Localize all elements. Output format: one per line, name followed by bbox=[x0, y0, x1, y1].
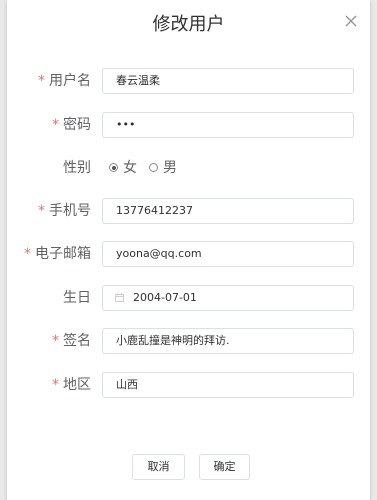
form-row-password: * 密码 ••• bbox=[7, 112, 370, 138]
dialog-title: 修改用户 bbox=[152, 14, 225, 35]
required-star: * bbox=[52, 377, 59, 393]
calendar-icon bbox=[115, 293, 124, 302]
birthday-date-picker[interactable]: 2004-07-01 bbox=[102, 285, 354, 311]
form-row-signature: * 签名 小鹿乱撞是神明的拜访. bbox=[7, 328, 370, 354]
phone-input[interactable]: 13776412237 bbox=[102, 198, 354, 224]
required-star: * bbox=[52, 333, 59, 349]
username-input[interactable]: 春云温柔 bbox=[102, 68, 354, 94]
cancel-button[interactable]: 取消 bbox=[132, 454, 185, 480]
form-row-gender: 性别 女 男 bbox=[7, 155, 370, 181]
required-star: * bbox=[24, 246, 31, 262]
form-row-region: * 地区 山西 bbox=[7, 372, 370, 398]
username-label: * 用户名 bbox=[38, 73, 91, 89]
gender-label: 性别 bbox=[63, 160, 91, 176]
signature-input[interactable]: 小鹿乱撞是神明的拜访. bbox=[102, 328, 354, 354]
dialog-header: 修改用户 bbox=[7, 0, 370, 48]
form-row-phone: * 手机号 13776412237 bbox=[7, 198, 370, 224]
email-input[interactable]: yoona@qq.com bbox=[102, 241, 354, 267]
form-row-username: * 用户名 春云温柔 bbox=[7, 68, 370, 94]
required-star: * bbox=[52, 117, 59, 133]
radio-unchecked-icon bbox=[149, 163, 158, 172]
region-label: * 地区 bbox=[52, 377, 91, 393]
confirm-button[interactable]: 确定 bbox=[199, 454, 250, 480]
close-icon[interactable] bbox=[343, 13, 359, 29]
email-label: * 电子邮箱 bbox=[24, 246, 91, 262]
signature-label: * 签名 bbox=[52, 333, 91, 349]
edit-user-dialog: 修改用户 * 用户名 春云温柔 * 密码 ••• 性别 女 男 * 手机号 13… bbox=[7, 0, 370, 500]
required-star: * bbox=[38, 203, 45, 219]
form-row-email: * 电子邮箱 yoona@qq.com bbox=[7, 241, 370, 267]
password-input[interactable]: ••• bbox=[102, 112, 354, 138]
region-input[interactable]: 山西 bbox=[102, 372, 354, 398]
radio-checked-icon bbox=[109, 163, 118, 172]
required-star: * bbox=[38, 73, 45, 89]
form-row-birthday: 生日 2004-07-01 bbox=[7, 285, 370, 311]
birthday-label: 生日 bbox=[63, 290, 91, 306]
phone-label: * 手机号 bbox=[38, 203, 91, 219]
password-label: * 密码 bbox=[52, 117, 91, 133]
